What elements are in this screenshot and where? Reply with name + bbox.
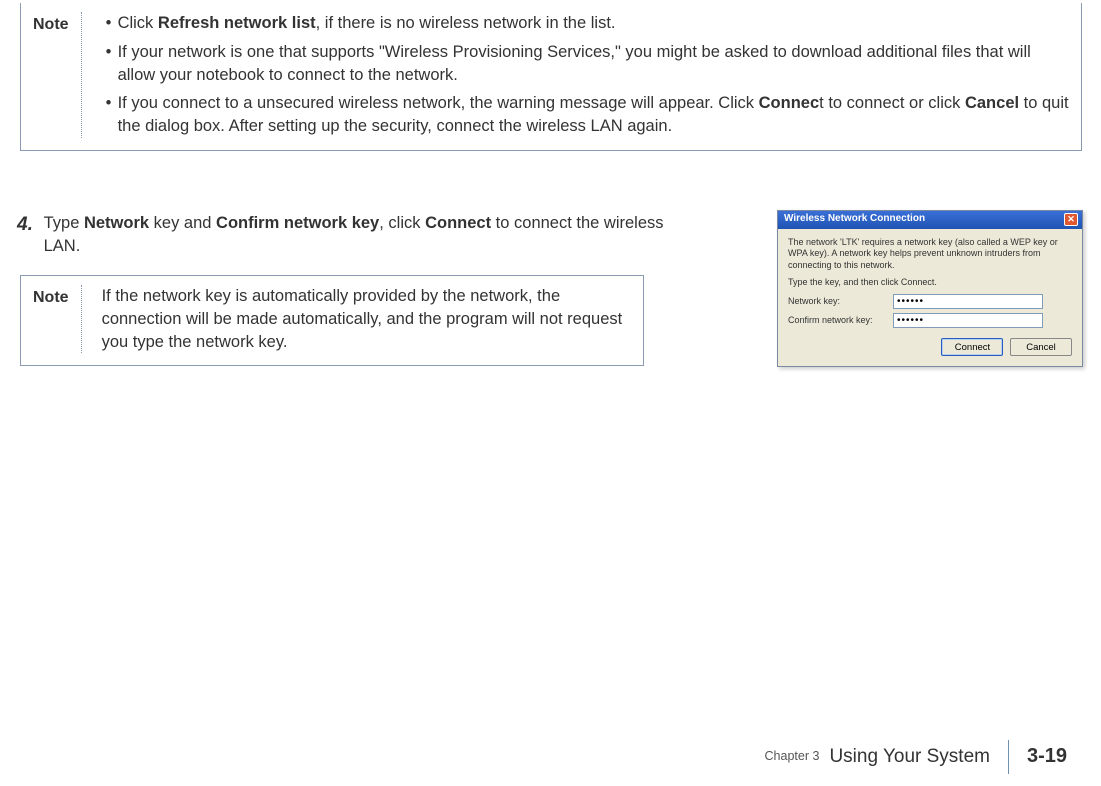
- close-icon[interactable]: ✕: [1064, 213, 1078, 226]
- note-item-2: If your network is one that supports "Wi…: [106, 41, 1069, 93]
- dialog-body: The network 'LTK' requires a network key…: [778, 229, 1082, 366]
- step-4: 4. Type Network key and Confirm network …: [17, 212, 717, 258]
- note-content: Click Refresh network list, if there is …: [102, 12, 1069, 138]
- confirm-key-row: Confirm network key:: [788, 313, 1072, 328]
- cancel-button[interactable]: Cancel: [1010, 338, 1072, 356]
- confirm-key-input[interactable]: [893, 313, 1043, 328]
- note-list: Click Refresh network list, if there is …: [102, 12, 1069, 138]
- dialog-instruction: Type the key, and then click Connect.: [788, 277, 1072, 288]
- note-item-1: Click Refresh network list, if there is …: [106, 12, 1069, 41]
- wireless-connection-dialog: Wireless Network Connection ✕ The networ…: [777, 210, 1083, 367]
- chapter-title: Using Your System: [829, 744, 1008, 770]
- note-box-top: Note Click Refresh network list, if ther…: [20, 3, 1082, 151]
- step-number: 4.: [17, 212, 39, 238]
- dialog-title: Wireless Network Connection: [784, 213, 925, 226]
- network-key-input[interactable]: [893, 294, 1043, 309]
- network-key-label: Network key:: [788, 296, 893, 307]
- dialog-description: The network 'LTK' requires a network key…: [788, 237, 1072, 271]
- confirm-key-label: Confirm network key:: [788, 315, 893, 326]
- note-label: Note: [33, 12, 82, 138]
- note-content-2: If the network key is automatically prov…: [102, 285, 631, 353]
- note-box-inline: Note If the network key is automatically…: [20, 275, 644, 366]
- chapter-label: Chapter 3: [765, 748, 830, 765]
- step-text: Type Network key and Confirm network key…: [44, 212, 704, 258]
- note-grid-2: Note If the network key is automatically…: [33, 285, 631, 353]
- dialog-titlebar: Wireless Network Connection ✕: [778, 211, 1082, 229]
- dialog-buttons: Connect Cancel: [788, 332, 1072, 356]
- note-grid: Note Click Refresh network list, if ther…: [33, 12, 1069, 138]
- connect-button[interactable]: Connect: [941, 338, 1003, 356]
- network-key-row: Network key:: [788, 294, 1072, 309]
- page-number: 3-19: [1027, 743, 1101, 771]
- page-divider: [1008, 740, 1009, 774]
- note-label-2: Note: [33, 285, 82, 353]
- page-footer: Chapter 3 Using Your System 3-19: [0, 742, 1101, 772]
- note-item-3: If you connect to a unsecured wireless n…: [106, 92, 1069, 138]
